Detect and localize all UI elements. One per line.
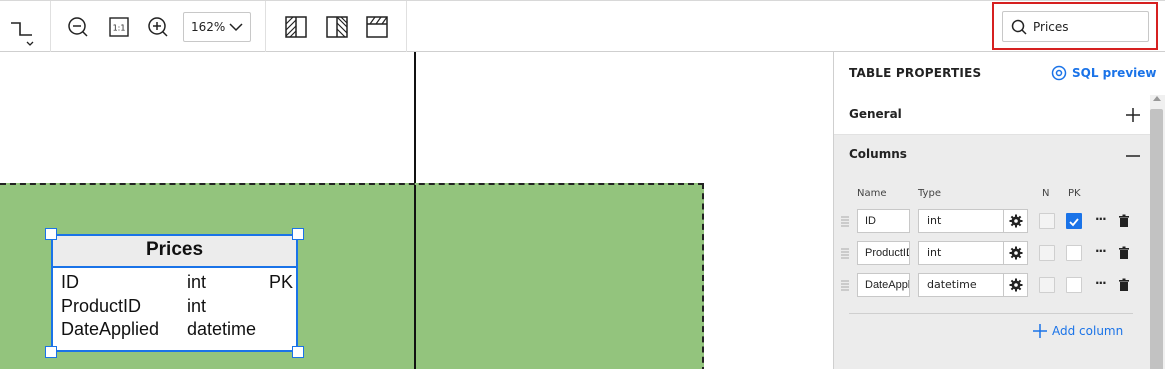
pk-checkbox[interactable] (1066, 213, 1082, 229)
toolbar-divider (265, 1, 266, 52)
search-box[interactable] (1002, 11, 1149, 42)
column-header-nullable: N (1042, 188, 1050, 199)
panel-header: TABLE PROPERTIES SQL preview (834, 52, 1165, 95)
toolbar-divider (406, 1, 407, 52)
gear-icon (1009, 278, 1022, 292)
zoom-in-icon (148, 17, 168, 37)
gear-icon (1009, 214, 1022, 228)
pk-checkbox[interactable] (1066, 245, 1082, 261)
column-name: ID (61, 272, 79, 292)
column-header-name: Name (857, 188, 887, 199)
more-options-icon[interactable]: ··· (1095, 244, 1107, 258)
toolbar-divider (50, 1, 51, 52)
column-name-input[interactable] (857, 273, 910, 297)
column-key: PK (269, 272, 294, 292)
add-column-label: Add column (1052, 324, 1124, 338)
search-icon (1011, 19, 1027, 35)
minus-icon[interactable] (1125, 148, 1141, 164)
zoom-value: 162% (191, 20, 226, 34)
column-row: int ··· (834, 209, 1150, 235)
svg-text:1:1: 1:1 (113, 24, 126, 33)
nullable-checkbox[interactable] (1039, 245, 1055, 261)
general-section-header[interactable]: General (834, 95, 1150, 135)
column-header-type: Type (918, 188, 941, 199)
toolbar: 1:1 162% (0, 0, 1165, 52)
column-header-pk: PK (1068, 188, 1081, 199)
resize-handle-bottom-left[interactable] (45, 346, 57, 358)
nullable-checkbox[interactable] (1039, 213, 1055, 229)
search-input[interactable] (1033, 12, 1143, 41)
sql-preview-label: SQL preview (1072, 66, 1157, 80)
drag-handle-icon[interactable] (841, 216, 849, 228)
resize-handle-top-left[interactable] (45, 228, 57, 240)
table-row: DateApplied datetime (61, 319, 293, 341)
waypoint-style-button[interactable] (5, 11, 39, 49)
more-options-icon[interactable]: ··· (1095, 212, 1107, 226)
column-name: DateApplied (61, 319, 160, 339)
checkmark-icon (1069, 218, 1079, 227)
drag-handle-icon[interactable] (841, 280, 849, 292)
zoom-select[interactable]: 162% (183, 12, 251, 42)
panel-title: TABLE PROPERTIES (849, 66, 982, 80)
column-type-input[interactable]: datetime (918, 273, 1004, 297)
column-name: ProductID (61, 296, 142, 316)
column-type-input[interactable]: int (918, 241, 1004, 265)
zoom-in-button[interactable] (145, 14, 171, 40)
eye-icon (1051, 65, 1067, 81)
chevron-down-icon (229, 23, 243, 32)
add-column-button[interactable]: Add column (1033, 324, 1123, 338)
table-row: ID int PK (61, 272, 293, 294)
column-type: int (187, 272, 207, 292)
top-panel-icon (366, 16, 388, 38)
column-type-input[interactable]: int (918, 209, 1004, 233)
pk-checkbox[interactable] (1066, 277, 1082, 293)
orthogonal-connector-icon (11, 22, 34, 46)
column-row: int ··· (834, 241, 1150, 267)
divider (849, 313, 1133, 314)
table-title: Prices (53, 236, 296, 268)
sql-preview-button[interactable]: SQL preview (1051, 65, 1156, 81)
columns-label: Columns (849, 147, 907, 161)
more-options-icon[interactable]: ··· (1095, 276, 1107, 290)
columns-section: Columns Name Type N PK int ··· (834, 135, 1150, 369)
entity-table-prices[interactable]: Prices ID int PK ProductID int DateAppli… (51, 234, 298, 352)
trash-icon[interactable] (1118, 214, 1130, 228)
format-panel-left-button[interactable] (283, 14, 309, 40)
actual-size-icon: 1:1 (109, 17, 129, 37)
page-break-line (414, 185, 416, 369)
table-row: ProductID int (61, 296, 293, 318)
scroll-up-arrow-icon[interactable] (1153, 96, 1161, 101)
column-name-input[interactable] (857, 209, 910, 233)
general-label: General (849, 107, 902, 121)
column-type: datetime (187, 319, 257, 339)
column-type-settings-button[interactable] (1004, 273, 1028, 297)
resize-handle-bottom-right[interactable] (292, 346, 304, 358)
columns-section-header[interactable]: Columns (834, 135, 1150, 177)
plus-icon[interactable] (1125, 107, 1141, 123)
zoom-out-icon (68, 17, 88, 37)
left-panel-icon (285, 16, 307, 38)
plus-icon (1033, 324, 1047, 338)
column-name-input[interactable] (857, 241, 910, 265)
trash-icon[interactable] (1118, 278, 1130, 292)
table-properties-panel: TABLE PROPERTIES SQL preview General Col… (833, 52, 1165, 369)
format-panel-right-button[interactable] (324, 14, 350, 40)
column-row: datetime ··· (834, 273, 1150, 299)
column-type-settings-button[interactable] (1004, 209, 1028, 233)
scrollbar-thumb[interactable] (1150, 109, 1163, 369)
trash-icon[interactable] (1118, 246, 1130, 260)
diagram-canvas[interactable]: Prices ID int PK ProductID int DateAppli… (0, 52, 833, 369)
zoom-out-button[interactable] (65, 14, 91, 40)
column-type: int (187, 296, 207, 316)
drag-handle-icon[interactable] (841, 248, 849, 260)
nullable-checkbox[interactable] (1039, 277, 1055, 293)
format-panel-top-button[interactable] (364, 14, 390, 40)
resize-handle-top-right[interactable] (292, 228, 304, 240)
gear-icon (1009, 246, 1022, 260)
column-type-settings-button[interactable] (1004, 241, 1028, 265)
right-panel-icon (326, 16, 348, 38)
actual-size-button[interactable]: 1:1 (107, 15, 131, 39)
